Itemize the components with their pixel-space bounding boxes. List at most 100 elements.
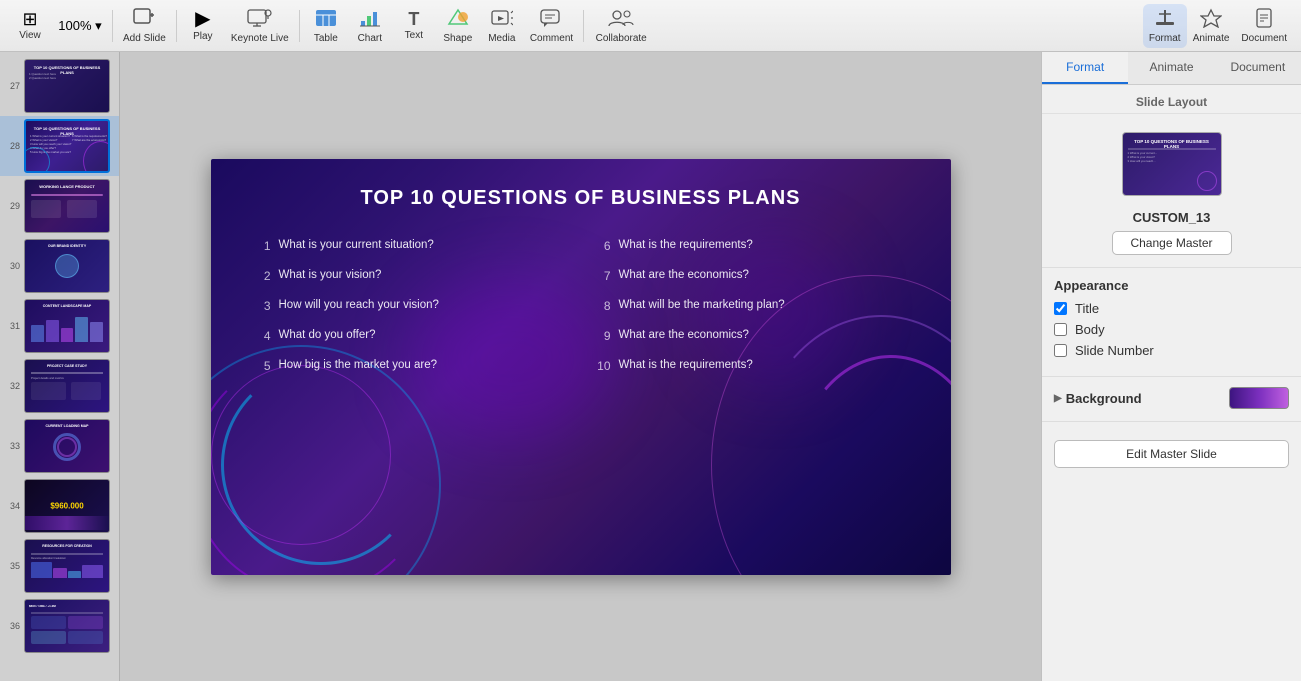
keynote-live-label: Keynote Live: [231, 33, 289, 44]
edit-master-slide-button[interactable]: Edit Master Slide: [1054, 440, 1289, 468]
media-icon: [491, 8, 513, 31]
slide-row-3-num: 3: [251, 299, 271, 313]
slide-row-10-num: 10: [591, 359, 611, 373]
toolbar: ⊞ View 100% ▾ 100% Add Slide ▶ Play Keyn…: [0, 0, 1301, 52]
slide-thumb-27: TOP 10 QUESTIONS OF BUSINESS PLANS 1 Que…: [24, 59, 110, 113]
slide-thumb-30: OUR BRAND IDENTITY: [24, 239, 110, 293]
document-label: Document: [1241, 33, 1287, 44]
slide-item-35[interactable]: 35 RESOURCES FOR CREATION Resource alloc…: [0, 536, 119, 596]
add-slide-icon: [133, 8, 155, 31]
view-button[interactable]: ⊞ View: [8, 4, 52, 48]
appearance-title: Appearance: [1054, 278, 1289, 293]
slide-num-28: 28: [6, 141, 20, 151]
slide-row-4-text: What do you offer?: [279, 329, 376, 341]
slide-row-8-num: 8: [591, 299, 611, 313]
main-slide[interactable]: TOP 10 QUESTIONS OF BUSINESS PLANS 1 Wha…: [211, 159, 951, 575]
shape-label: Shape: [443, 33, 472, 44]
title-checkbox[interactable]: [1054, 302, 1067, 315]
media-label: Media: [488, 33, 515, 44]
tab-animate[interactable]: Animate: [1128, 52, 1214, 84]
table-label: Table: [314, 33, 338, 44]
slide-item-30[interactable]: 30 OUR BRAND IDENTITY: [0, 236, 119, 296]
slide-row-5-num: 5: [251, 359, 271, 373]
slide-thumb-36: $600 / 100k / +1.2M: [24, 599, 110, 653]
table-icon: [315, 8, 337, 31]
slide-item-28[interactable]: 28 TOP 10 QUESTIONS OF BUSINESS PLANS 1 …: [0, 116, 119, 176]
body-checkbox[interactable]: [1054, 323, 1067, 336]
shape-button[interactable]: Shape: [436, 4, 480, 48]
slide-num-27: 27: [6, 81, 20, 91]
slide-row-6-num: 6: [591, 239, 611, 253]
slide-row-4-num: 4: [251, 329, 271, 343]
format-label: Format: [1149, 33, 1181, 44]
text-icon: T: [408, 10, 419, 28]
tab-document[interactable]: Document: [1215, 52, 1301, 84]
comment-button[interactable]: Comment: [524, 4, 579, 48]
add-slide-button[interactable]: Add Slide: [117, 4, 172, 48]
slide-row-6: 6 What is the requirements?: [591, 239, 911, 253]
keynote-live-button[interactable]: Keynote Live: [225, 4, 295, 48]
title-checkbox-row: Title: [1054, 301, 1289, 316]
animate-button[interactable]: Animate: [1187, 4, 1236, 48]
animate-label: Animate: [1193, 33, 1230, 44]
body-checkbox-row: Body: [1054, 322, 1289, 337]
slide-layout-title: Slide Layout: [1042, 85, 1301, 114]
format-icon: [1154, 8, 1176, 31]
slide-row-8: 8 What will be the marketing plan?: [591, 299, 911, 313]
collaborate-icon: [607, 8, 635, 31]
slide-item-32[interactable]: 32 PROJECT CASE STUDY Project details an…: [0, 356, 119, 416]
slide-row-5-text: How big is the market you are?: [279, 359, 438, 371]
slide-right-col: 6 What is the requirements? 7 What are t…: [591, 239, 911, 555]
slide-item-27[interactable]: 27 TOP 10 QUESTIONS OF BUSINESS PLANS 1 …: [0, 56, 119, 116]
background-toggle[interactable]: ▶ Background: [1054, 391, 1142, 406]
slide-thumb-32: PROJECT CASE STUDY Project details and m…: [24, 359, 110, 413]
slide-row-8-text: What will be the marketing plan?: [619, 299, 785, 311]
slide-thumb-34: $960.000: [24, 479, 110, 533]
slide-thumb-35: RESOURCES FOR CREATION Resource allocati…: [24, 539, 110, 593]
tab-format[interactable]: Format: [1042, 52, 1128, 84]
slide-row-3: 3 How will you reach your vision?: [251, 299, 571, 313]
slide-row-6-text: What is the requirements?: [619, 239, 753, 251]
sep1: [112, 10, 113, 42]
slide-number-checkbox-label: Slide Number: [1075, 343, 1154, 358]
appearance-section: Appearance Title Body Slide Number: [1042, 278, 1301, 376]
document-button[interactable]: Document: [1235, 4, 1293, 48]
media-button[interactable]: Media: [480, 4, 524, 48]
slide-row-5: 5 How big is the market you are?: [251, 359, 571, 373]
chart-button[interactable]: Chart: [348, 4, 392, 48]
slide-num-33: 33: [6, 441, 20, 451]
canvas-area: TOP 10 QUESTIONS OF BUSINESS PLANS 1 Wha…: [120, 52, 1041, 681]
sep3: [299, 10, 300, 42]
collaborate-button[interactable]: Collaborate: [588, 4, 654, 48]
slide-row-9-num: 9: [591, 329, 611, 343]
slide-item-29[interactable]: 29 WORKING LANCE PRODUCT: [0, 176, 119, 236]
slide-row-10: 10 What is the requirements?: [591, 359, 911, 373]
change-master-button[interactable]: Change Master: [1112, 231, 1232, 255]
background-color-swatch[interactable]: [1229, 387, 1289, 409]
play-button[interactable]: ▶ Play: [181, 4, 225, 48]
slide-thumb-33: CURRENT LOADING MAP: [24, 419, 110, 473]
layout-name: CUSTOM_13: [1042, 210, 1301, 225]
sep2: [176, 10, 177, 42]
slide-item-31[interactable]: 31 CONTENT LANDSCAPE MAP: [0, 296, 119, 356]
view-icon: ⊞: [22, 10, 37, 28]
slide-content: 1 What is your current situation? 2 What…: [251, 239, 911, 555]
text-button[interactable]: T Text: [392, 4, 436, 48]
slide-panel: 27 TOP 10 QUESTIONS OF BUSINESS PLANS 1 …: [0, 52, 120, 681]
slide-row-9: 9 What are the economics?: [591, 329, 911, 343]
view-label: View: [19, 30, 41, 41]
zoom-button[interactable]: 100% ▾ 100%: [52, 4, 108, 48]
slide-row-2-num: 2: [251, 269, 271, 283]
slide-item-34[interactable]: 34 $960.000: [0, 476, 119, 536]
table-button[interactable]: Table: [304, 4, 348, 48]
divider-3: [1042, 421, 1301, 422]
sep4: [583, 10, 584, 42]
background-row: ▶ Background: [1054, 387, 1289, 409]
format-button[interactable]: Format: [1143, 4, 1187, 48]
slide-number-checkbox[interactable]: [1054, 344, 1067, 357]
main-area: 27 TOP 10 QUESTIONS OF BUSINESS PLANS 1 …: [0, 52, 1301, 681]
slide-row-9-text: What are the economics?: [619, 329, 749, 341]
slide-item-33[interactable]: 33 CURRENT LOADING MAP: [0, 416, 119, 476]
slide-item-36[interactable]: 36 $600 / 100k / +1.2M: [0, 596, 119, 656]
collaborate-label: Collaborate: [596, 33, 647, 44]
